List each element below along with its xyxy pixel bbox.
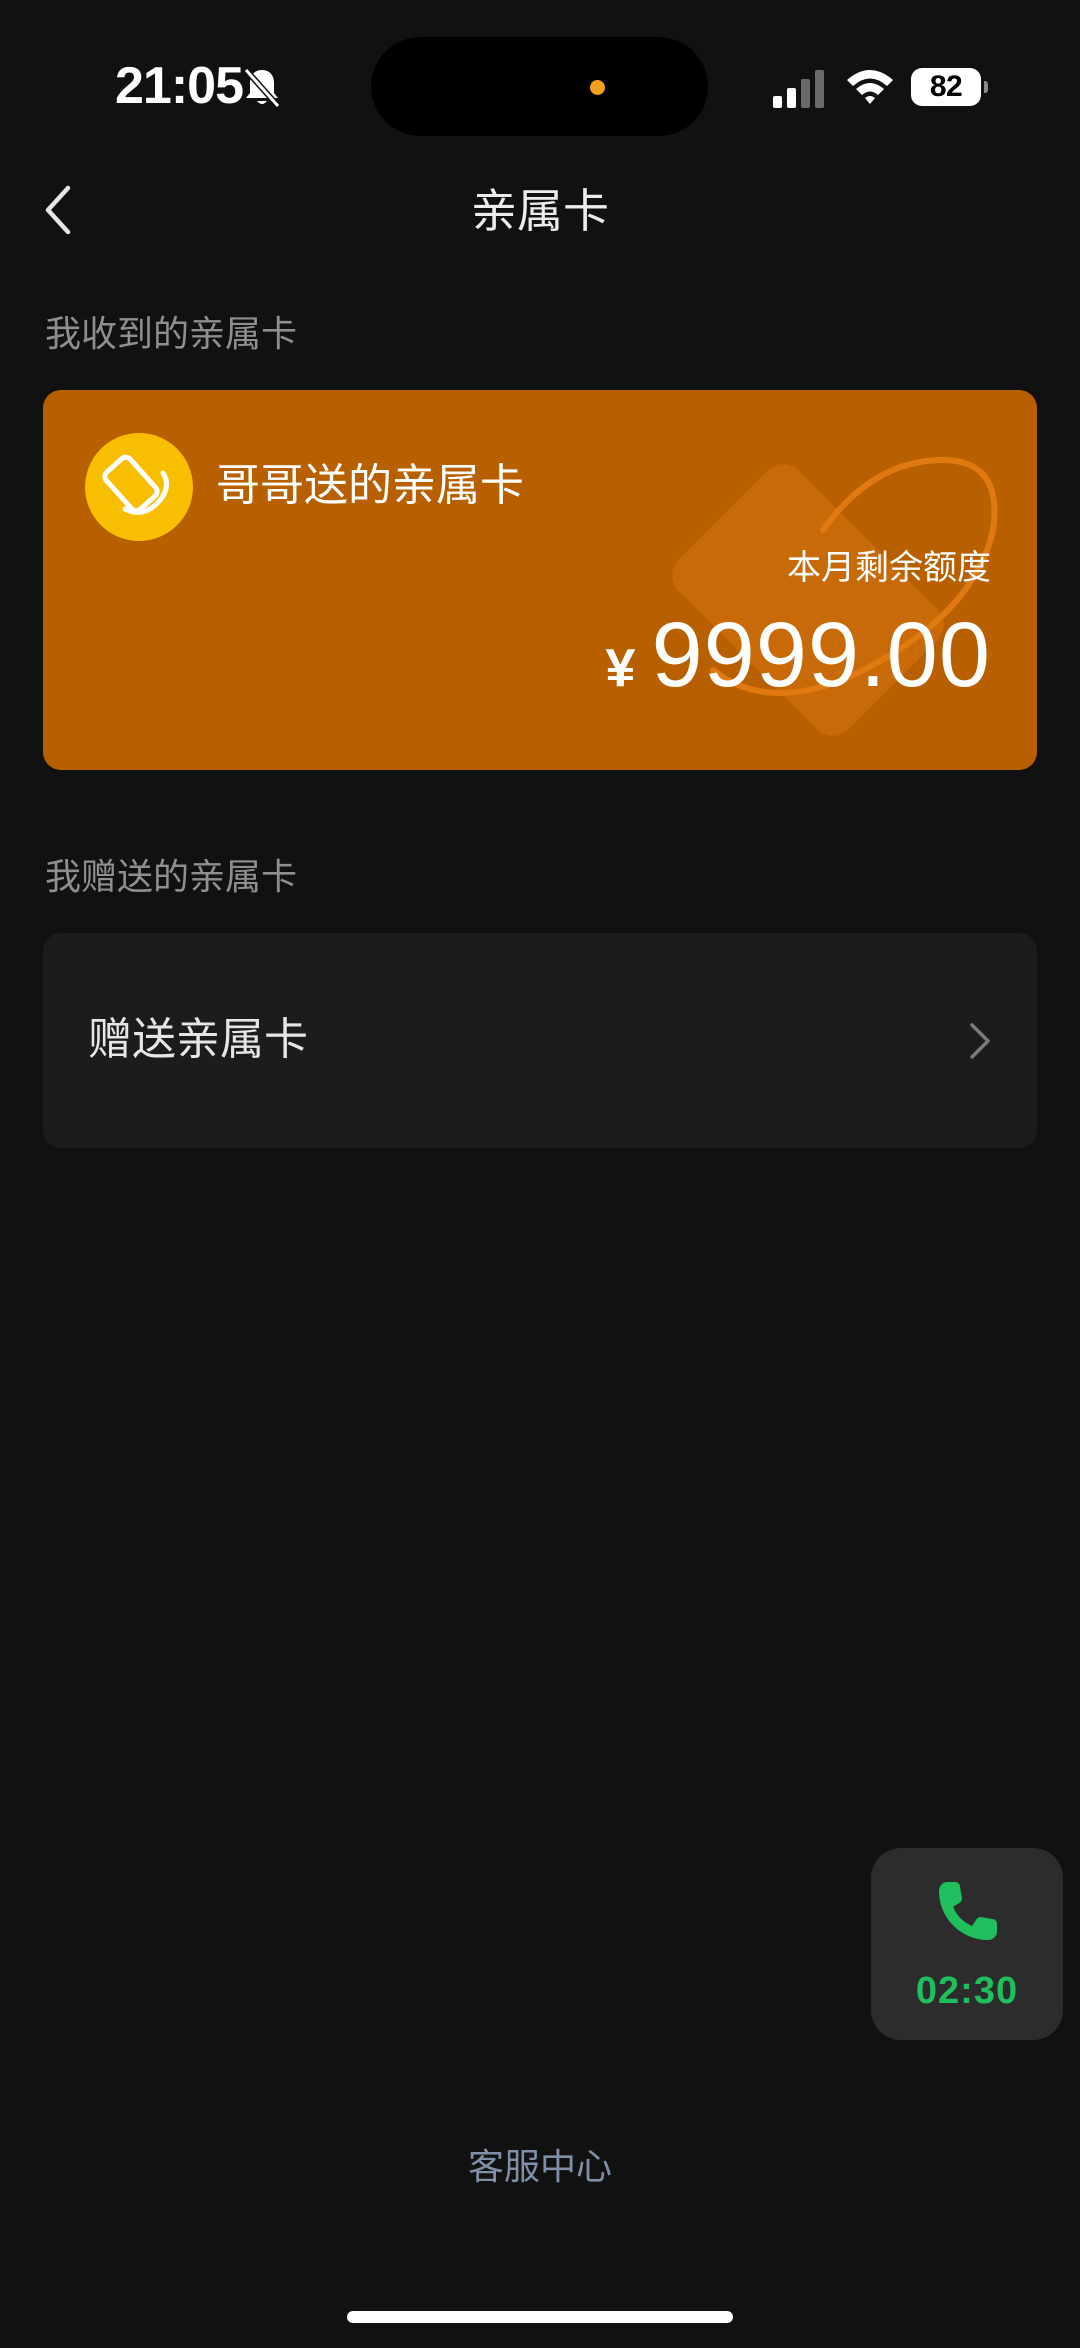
gift-family-card-row[interactable]: 赠送亲属卡 <box>43 933 1037 1148</box>
family-card[interactable]: 哥哥送的亲属卡 本月剩余额度 ¥ 9999.00 <box>43 390 1037 770</box>
call-timer: 02:30 <box>915 1970 1019 2012</box>
chevron-right-icon <box>970 1023 990 1059</box>
gift-row-label: 赠送亲属卡 <box>88 1014 308 1065</box>
card-logo-icon <box>102 454 169 515</box>
balance-amount: ¥ 9999.00 <box>605 600 991 710</box>
customer-service-link[interactable]: 客服中心 <box>0 2142 1080 2194</box>
card-title: 哥哥送的亲属卡 <box>216 460 524 511</box>
balance-label: 本月剩余额度 <box>787 548 991 588</box>
phone-icon <box>939 1882 997 1940</box>
balance-value: 9999.00 <box>651 604 991 706</box>
home-indicator[interactable] <box>347 2311 733 2323</box>
privacy-indicator-dot <box>590 80 605 95</box>
wifi-icon <box>847 70 893 104</box>
signal-icon <box>773 70 824 108</box>
currency-symbol: ¥ <box>605 638 636 698</box>
battery-icon: 82 <box>911 68 988 106</box>
dynamic-island <box>371 37 708 136</box>
call-widget[interactable]: 02:30 <box>871 1848 1063 2040</box>
card-avatar <box>85 433 193 541</box>
status-time: 21:05 <box>115 57 244 115</box>
page-title: 亲属卡 <box>471 184 609 238</box>
gifted-section-label: 我赠送的亲属卡 <box>45 857 298 898</box>
bell-muted-icon <box>243 68 281 108</box>
received-section-label: 我收到的亲属卡 <box>45 314 298 355</box>
